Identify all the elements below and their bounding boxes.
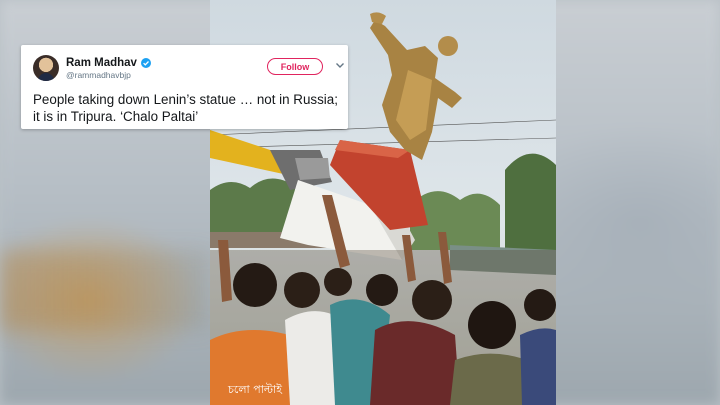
author-row: Ram Madhav — [66, 57, 151, 69]
author-handle[interactable]: @rammadhavbjp — [66, 70, 131, 80]
chevron-down-icon[interactable] — [335, 62, 345, 69]
shirt-text: চলো পাল্টাই — [228, 383, 282, 396]
verified-badge-icon — [140, 58, 151, 68]
author-name[interactable]: Ram Madhav — [66, 57, 137, 69]
avatar[interactable] — [33, 55, 59, 81]
tweet-card[interactable]: Ram Madhav @rammadhavbjp Follow People t… — [21, 45, 348, 129]
blurred-background-excavator — [0, 250, 210, 330]
follow-button[interactable]: Follow — [267, 58, 323, 75]
tweet-text: People taking down Lenin’s statue … not … — [33, 92, 338, 124]
